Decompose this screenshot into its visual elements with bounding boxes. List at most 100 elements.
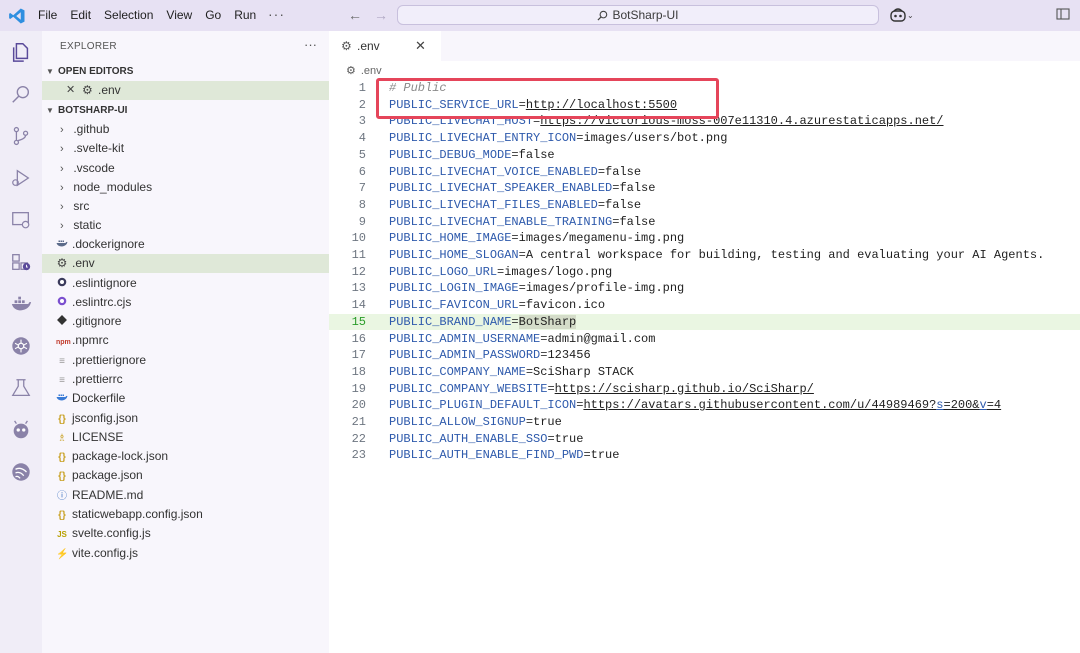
code-line[interactable]: 8 PUBLIC_LIVECHAT_FILES_ENABLED=false (329, 197, 1080, 214)
tree-item[interactable]: › .svelte-kit (42, 139, 329, 158)
braces-icon: {} (58, 471, 66, 482)
explorer-more-button[interactable]: ··· (304, 37, 317, 52)
tree-item[interactable]: Dockerfile (42, 389, 329, 408)
tree-item[interactable]: .dockerignore (42, 235, 329, 254)
tree-item[interactable]: {} jsconfig.json (42, 409, 329, 428)
code-line[interactable]: 17 PUBLIC_ADMIN_PASSWORD=123456 (329, 347, 1080, 364)
line-number: 10 (351, 231, 366, 246)
code-line[interactable]: 4 PUBLIC_LIVECHAT_ENTRY_ICON=images/users… (329, 130, 1080, 147)
code-line[interactable]: 19 PUBLIC_COMPANY_WEBSITE=https://scishar… (329, 381, 1080, 398)
code-text: PUBLIC_FAVICON_URL=favicon.ico (389, 298, 606, 313)
tree-item[interactable]: › static (42, 216, 329, 235)
tree-item[interactable]: ⓘ README.md (42, 486, 329, 505)
code-line[interactable]: 5 PUBLIC_DEBUG_MODE=false (329, 147, 1080, 164)
env-key: PUBLIC_HOME_IMAGE (389, 231, 512, 246)
tree-item[interactable]: ⚡ vite.config.js (42, 544, 329, 563)
env-value: SciSharp STACK (533, 364, 634, 379)
env-value: false (605, 197, 642, 212)
env-key: PUBLIC_FAVICON_URL (389, 298, 519, 313)
run-debug-icon[interactable] (8, 165, 34, 191)
menu-view[interactable]: View (166, 8, 192, 22)
wireless-sphere-icon[interactable] (8, 459, 34, 485)
tree-item-label: .prettierrc (72, 372, 123, 386)
tree-item[interactable]: {} staticwebapp.config.json (42, 505, 329, 524)
tree-item[interactable]: .gitignore (42, 312, 329, 331)
tab-env[interactable]: ⚙ .env ✕ (329, 31, 441, 61)
env-value: 123456 (547, 348, 591, 363)
breadcrumb[interactable]: ⚙ .env (346, 64, 382, 77)
layout-icon[interactable] (1056, 8, 1070, 23)
close-icon[interactable]: ✕ (415, 31, 426, 61)
menu-selection[interactable]: Selection (104, 8, 153, 22)
code-line[interactable]: 10 PUBLIC_HOME_IMAGE=images/megamenu-img.… (329, 230, 1080, 247)
line-number: 14 (351, 298, 366, 313)
copilot-icon[interactable]: ⌄ (890, 7, 916, 25)
line-number: 2 (358, 97, 366, 112)
tree-item[interactable]: › node_modules (42, 178, 329, 197)
env-key: PUBLIC_LOGO_URL (389, 264, 498, 279)
tree-item[interactable]: › src (42, 197, 329, 216)
code-line[interactable]: 21 PUBLIC_ALLOW_SIGNUP=true (329, 414, 1080, 431)
code-line[interactable]: 16 PUBLIC_ADMIN_USERNAME=admin@gmail.com (329, 331, 1080, 348)
open-editor-item[interactable]: ✕ ⚙ .env (42, 81, 329, 100)
menu-edit[interactable]: Edit (70, 8, 91, 22)
copilot-chat-icon[interactable] (8, 417, 34, 443)
tree-item[interactable]: › .vscode (42, 159, 329, 178)
tree-item[interactable]: {} package-lock.json (42, 447, 329, 466)
remote-explorer-icon[interactable] (8, 207, 34, 233)
project-header[interactable]: ▼ BOTSHARP-UI (42, 101, 329, 120)
tree-item[interactable]: ♗ LICENSE (42, 428, 329, 447)
menu-more-button[interactable]: ··· (268, 6, 285, 22)
forward-arrow-icon[interactable]: → (374, 7, 388, 23)
tree-item-label: .npmrc (72, 333, 109, 347)
code-text: PUBLIC_ADMIN_PASSWORD=123456 (389, 348, 591, 363)
code-text: PUBLIC_PLUGIN_DEFAULT_ICON=https://avata… (389, 398, 1002, 413)
tree-item-label: svelte.config.js (72, 526, 151, 540)
code-line[interactable]: 22 PUBLIC_AUTH_ENABLE_SSO=true (329, 431, 1080, 448)
breadcrumb-file: .env (360, 65, 382, 77)
tree-item[interactable]: .eslintignore (42, 274, 329, 293)
code-line[interactable]: 7 PUBLIC_LIVECHAT_SPEAKER_ENABLED=false (329, 180, 1080, 197)
docker-icon[interactable] (8, 291, 34, 317)
open-editors-header[interactable]: ▼ OPEN EDITORS (42, 62, 329, 81)
env-value: false (518, 147, 555, 162)
back-arrow-icon[interactable]: ← (348, 7, 362, 23)
testing-flask-icon[interactable] (8, 375, 34, 401)
code-line[interactable]: 6 PUBLIC_LIVECHAT_VOICE_ENABLED=false (329, 164, 1080, 181)
code-text: PUBLIC_LIVECHAT_ENABLE_TRAINING=false (389, 214, 656, 229)
env-value: images/profile-img.png (525, 281, 685, 296)
code-line[interactable]: 15 PUBLIC_BRAND_NAME=BotSharp (329, 313, 1080, 331)
extensions-icon[interactable] (8, 249, 34, 275)
tree-item-selected[interactable]: ⚙ .env (42, 254, 329, 273)
tree-item[interactable]: › .github (42, 120, 329, 139)
search-icon[interactable] (8, 81, 34, 107)
tree-item[interactable]: ≡ .prettierignore (42, 351, 329, 370)
menu-go[interactable]: Go (205, 8, 221, 22)
code-line[interactable]: 11 PUBLIC_HOME_SLOGAN=A central workspace… (329, 247, 1080, 264)
kubernetes-icon[interactable] (8, 333, 34, 359)
env-key: PUBLIC_LIVECHAT_SPEAKER_ENABLED (389, 181, 613, 196)
tree-item[interactable]: JS svelte.config.js (42, 524, 329, 543)
command-center-search[interactable]: BotSharp-UI (397, 5, 879, 25)
line-number: 21 (351, 415, 366, 429)
explorer-icon[interactable] (8, 39, 34, 65)
tree-item[interactable]: ≡ .prettierrc (42, 370, 329, 389)
tree-item[interactable]: .eslintrc.cjs (42, 293, 329, 312)
tree-item[interactable]: npm.npmrc (42, 331, 329, 350)
code-line[interactable]: 9 PUBLIC_LIVECHAT_ENABLE_TRAINING=false (329, 214, 1080, 231)
code-line[interactable]: 20 PUBLIC_PLUGIN_DEFAULT_ICON=https://ava… (329, 397, 1080, 414)
close-icon[interactable]: ✕ (66, 81, 75, 100)
code-line[interactable]: 18 PUBLIC_COMPANY_NAME=SciSharp STACK (329, 364, 1080, 381)
env-key: PUBLIC_HOME_SLOGAN (389, 248, 519, 262)
menu-file[interactable]: File (38, 8, 57, 22)
code-line[interactable]: 14 PUBLIC_FAVICON_URL=favicon.ico (329, 297, 1080, 314)
code-line[interactable]: 13 PUBLIC_LOGIN_IMAGE=images/profile-img.… (329, 280, 1080, 297)
menu-run[interactable]: Run (234, 8, 256, 22)
code-line[interactable]: 23 PUBLIC_AUTH_ENABLE_FIND_PWD=true (329, 447, 1080, 464)
vscode-logo-icon[interactable] (8, 7, 26, 25)
code-text: PUBLIC_LOGO_URL=images/logo.png (389, 264, 613, 279)
source-control-icon[interactable] (8, 123, 34, 149)
tree-item[interactable]: {} package.json (42, 466, 329, 485)
env-key: PUBLIC_AUTH_ENABLE_FIND_PWD (389, 448, 584, 463)
code-line[interactable]: 12 PUBLIC_LOGO_URL=images/logo.png (329, 264, 1080, 281)
